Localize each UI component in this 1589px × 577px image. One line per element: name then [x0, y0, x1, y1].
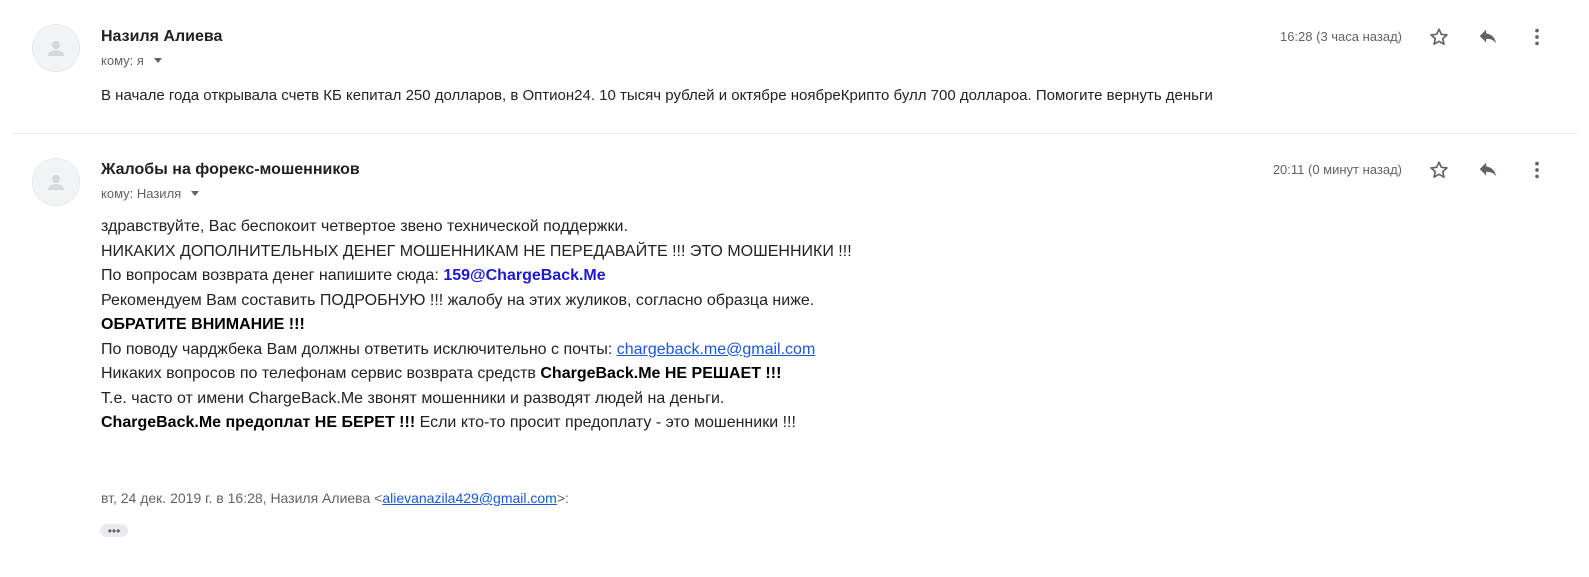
chevron-down-icon [153, 58, 162, 63]
body-text: Никаких вопросов по телефонам сервис воз… [101, 365, 541, 382]
quote-attribution: вт, 24 дек. 2019 г. в 16:28, Назиля Алие… [101, 490, 569, 506]
message-body: В начале года открывала счетв КБ кепитал… [101, 87, 1213, 104]
email-link[interactable]: chargeback.me@gmail.com [617, 341, 816, 358]
body-line: ОБРАТИТЕ ВНИМАНИЕ !!! [101, 313, 852, 338]
body-line: По поводу чарджбека Вам должны ответить … [101, 338, 852, 363]
more-options-button[interactable] [1523, 23, 1551, 51]
more-vert-icon [1535, 161, 1539, 179]
message-time: 16:28 (3 часа назад) [1279, 29, 1402, 44]
message-time: 20:11 (0 минут назад) [1272, 162, 1402, 177]
body-line: По вопросам возврата денег напишите сюда… [101, 264, 852, 289]
body-line: Никаких вопросов по телефонам сервис воз… [101, 362, 852, 387]
recipient-dropdown[interactable]: кому: Назиля [101, 186, 200, 201]
contact-email: 159@ChargeBack.Me [443, 267, 606, 284]
recipient-label: кому: я [101, 53, 144, 68]
reply-button[interactable] [1474, 156, 1502, 184]
attention-heading: ОБРАТИТЕ ВНИМАНИЕ !!! [101, 316, 305, 333]
recipient-dropdown[interactable]: кому: я [101, 53, 162, 68]
bold-text: ChargeBack.Me предоплат НЕ БЕРЕТ !!! [101, 414, 416, 431]
body-line: ChargeBack.Me предоплат НЕ БЕРЕТ !!! Есл… [101, 411, 852, 436]
person-icon [48, 175, 64, 190]
show-trimmed-content-button[interactable]: ••• [100, 524, 128, 537]
more-options-button[interactable] [1523, 156, 1551, 184]
star-button[interactable] [1425, 156, 1453, 184]
body-line: Т.е. часто от имени ChargeBack.Me звонят… [101, 389, 725, 407]
star-button[interactable] [1425, 23, 1453, 51]
quote-suffix: >: [556, 490, 569, 506]
sender-avatar [32, 24, 80, 72]
reply-icon [1479, 162, 1497, 177]
sender-name[interactable]: Назиля Алиева [101, 28, 222, 46]
recipient-label: кому: Назиля [101, 186, 182, 201]
bold-text: ChargeBack.Me НЕ РЕШАЕТ !!! [540, 365, 782, 382]
sender-name[interactable]: Жалобы на форекс-мошенников [101, 161, 360, 179]
chevron-down-icon [191, 191, 200, 196]
body-text: По поводу чарджбека Вам должны ответить … [101, 340, 617, 358]
body-text: По вопросам возврата денег напишите сюда… [101, 267, 444, 284]
reply-button[interactable] [1474, 23, 1502, 51]
email-thread: Назиля Алиева кому: я 16:28 (3 часа наза… [0, 0, 1589, 577]
message-2: Жалобы на форекс-мошенников кому: Назиля… [0, 134, 1589, 577]
quote-email-link[interactable]: alievanazila429@gmail.com [382, 490, 557, 506]
more-vert-icon [1535, 28, 1539, 46]
star-icon [1430, 161, 1448, 178]
person-icon [48, 41, 64, 56]
message-1: Назиля Алиева кому: я 16:28 (3 часа наза… [0, 0, 1589, 133]
star-icon [1430, 28, 1448, 45]
sender-avatar [32, 158, 80, 206]
body-line: НИКАКИХ ДОПОЛНИТЕЛЬНЫХ ДЕНЕГ МОШЕННИКАМ … [101, 242, 852, 260]
body-line: здравствуйте, Вас беспокоит четвертое зв… [101, 218, 628, 235]
message-body: здравствуйте, Вас беспокоит четвертое зв… [101, 215, 852, 436]
reply-icon [1479, 29, 1497, 44]
body-line: Рекомендуем Вам составить ПОДРОБНУЮ !!! … [101, 291, 815, 309]
body-text: Если кто-то просит предоплату - это моше… [415, 414, 796, 431]
quote-prefix: вт, 24 дек. 2019 г. в 16:28, Назиля Алие… [101, 490, 383, 506]
